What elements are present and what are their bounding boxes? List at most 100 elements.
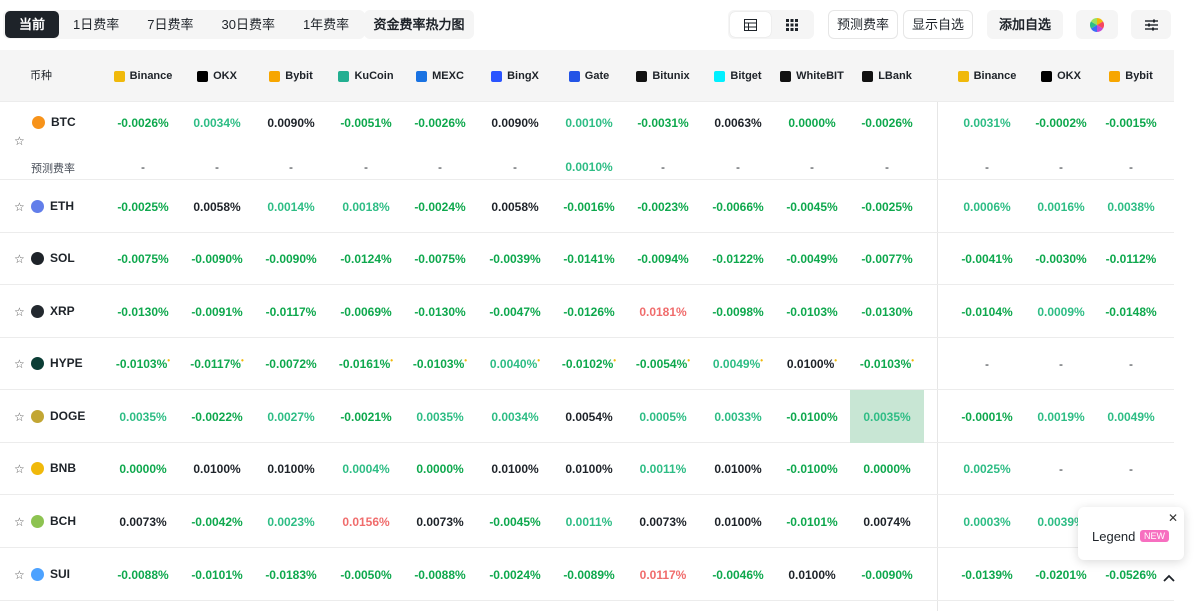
- symbol-cell[interactable]: ETH: [31, 199, 74, 213]
- rate-cell[interactable]: -0.0103%•: [851, 356, 923, 371]
- table-row[interactable]: ☆ BTC -0.0026% 0.0034% 0.0090% -0.0051% -0.002…: [0, 102, 1174, 180]
- rate-cell[interactable]: -0.0016%: [553, 200, 625, 214]
- rate-cell[interactable]: 0.0058%: [181, 200, 253, 214]
- rate-cell[interactable]: -0.0045%: [479, 515, 551, 529]
- favorite-star-icon[interactable]: ☆: [14, 252, 25, 266]
- rate-cell[interactable]: 0.0000%: [404, 462, 476, 476]
- rate-cell[interactable]: 0.0100%: [776, 568, 848, 582]
- symbol-cell[interactable]: XRP: [31, 304, 75, 318]
- rate-cell[interactable]: -0.0002%: [1025, 116, 1097, 130]
- rate-cell[interactable]: -0.0001%: [951, 410, 1023, 424]
- rate-cell[interactable]: -0.0112%: [1095, 252, 1167, 266]
- table-row[interactable]: ☆ XRP -0.0130% -0.0091% -0.0117% -0.0069% -0.0…: [0, 285, 1174, 338]
- favorite-star-icon[interactable]: ☆: [14, 410, 25, 424]
- rate-cell[interactable]: -0.0090%: [851, 568, 923, 582]
- rate-cell[interactable]: -0.0089%: [553, 568, 625, 582]
- rate-cell[interactable]: 0.0004%: [330, 462, 402, 476]
- exchange-header-binance[interactable]: Binance: [107, 50, 179, 102]
- legend-popup[interactable]: ✕ Legend NEW: [1078, 507, 1184, 560]
- scroll-to-top-button[interactable]: [1158, 567, 1180, 589]
- rate-cell[interactable]: -0.0050%: [330, 568, 402, 582]
- show-watchlist-button[interactable]: 显示自选: [903, 10, 973, 39]
- rate-cell[interactable]: 0.0038%: [1095, 200, 1167, 214]
- rate-cell[interactable]: 0.0019%: [1025, 410, 1097, 424]
- rate-cell[interactable]: -: [1025, 357, 1097, 371]
- rate-cell[interactable]: -0.0124%: [330, 252, 402, 266]
- rate-cell[interactable]: 0.0073%: [404, 515, 476, 529]
- table-row[interactable]: ☆ SOL -0.0075% -0.0090% -0.0090% -0.0124% -0.0…: [0, 233, 1174, 285]
- exchange-header-whitebit[interactable]: WhiteBIT: [776, 50, 848, 102]
- rate-cell[interactable]: 0.0090%: [479, 116, 551, 130]
- exchange-header-gate[interactable]: Gate: [553, 50, 625, 102]
- rate-cell[interactable]: 0.0023%: [255, 515, 327, 529]
- rate-cell[interactable]: 0.0100%: [255, 462, 327, 476]
- table-row[interactable]: ☆ BNB 0.0000% 0.0100% 0.0100% 0.0004% 0.0000% 0…: [0, 443, 1174, 495]
- rate-cell[interactable]: -0.0075%: [404, 252, 476, 266]
- exchange-header-binance[interactable]: Binance: [951, 50, 1023, 102]
- rate-cell[interactable]: -0.0100%: [776, 410, 848, 424]
- rate-cell[interactable]: 0.0014%: [255, 200, 327, 214]
- rate-cell[interactable]: -0.0026%: [404, 116, 476, 130]
- rate-cell[interactable]: -0.0183%: [255, 568, 327, 582]
- rate-cell[interactable]: -0.0039%: [479, 252, 551, 266]
- rate-cell[interactable]: 0.0073%: [627, 515, 699, 529]
- rate-cell[interactable]: -0.0141%: [553, 252, 625, 266]
- exchange-header-bybit[interactable]: Bybit: [255, 50, 327, 102]
- exchange-header-okx[interactable]: OKX: [181, 50, 253, 102]
- rate-cell[interactable]: 0.0100%: [479, 462, 551, 476]
- tab-current[interactable]: 当前: [5, 11, 60, 38]
- symbol-cell[interactable]: BTC: [32, 115, 76, 129]
- rate-cell[interactable]: 0.0063%: [702, 116, 774, 130]
- rate-cell[interactable]: -0.0130%: [404, 305, 476, 319]
- rate-cell[interactable]: 0.0006%: [951, 200, 1023, 214]
- rate-cell[interactable]: 0.0018%: [330, 200, 402, 214]
- rate-cell[interactable]: -0.0139%: [951, 568, 1023, 582]
- rate-cell[interactable]: -0.0072%: [255, 357, 327, 371]
- tab-30d[interactable]: 30日费率: [207, 11, 288, 38]
- add-watchlist-button[interactable]: 添加自选: [987, 10, 1063, 39]
- rate-cell[interactable]: 0.0000%: [107, 462, 179, 476]
- rate-cell[interactable]: -0.0051%: [330, 116, 402, 130]
- rate-cell[interactable]: 0.0035%: [851, 410, 923, 424]
- tab-1d[interactable]: 1日费率: [59, 11, 133, 38]
- rate-cell[interactable]: 0.0010%: [553, 116, 625, 130]
- legend-label[interactable]: Legend: [1092, 529, 1135, 544]
- rate-cell[interactable]: 0.0074%: [851, 515, 923, 529]
- rate-cell[interactable]: 0.0005%: [627, 410, 699, 424]
- rate-cell[interactable]: 0.0011%: [553, 515, 625, 529]
- rate-cell[interactable]: -0.0025%: [851, 200, 923, 214]
- theme-button[interactable]: [1076, 10, 1118, 39]
- favorite-star-icon[interactable]: ☆: [14, 568, 25, 582]
- rate-cell[interactable]: -0.0126%: [553, 305, 625, 319]
- rate-cell[interactable]: -0.0122%: [702, 252, 774, 266]
- rate-cell[interactable]: -0.0075%: [107, 252, 179, 266]
- rate-cell[interactable]: -0.0066%: [702, 200, 774, 214]
- rate-cell[interactable]: 0.0000%: [851, 462, 923, 476]
- rate-cell[interactable]: -0.0015%: [1095, 116, 1167, 130]
- settings-button[interactable]: [1131, 10, 1171, 39]
- favorite-star-icon[interactable]: ☆: [14, 305, 25, 319]
- rate-cell[interactable]: 0.0025%: [951, 462, 1023, 476]
- rate-cell[interactable]: -0.0130%: [107, 305, 179, 319]
- rate-cell[interactable]: -0.0100%: [776, 462, 848, 476]
- rate-cell[interactable]: -0.0054%•: [627, 356, 699, 371]
- exchange-header-bitunix[interactable]: Bitunix: [627, 50, 699, 102]
- rate-cell[interactable]: 0.0035%: [404, 410, 476, 424]
- rate-cell[interactable]: 0.0049%•: [702, 356, 774, 371]
- rate-cell[interactable]: -0.0088%: [107, 568, 179, 582]
- rate-cell[interactable]: -0.0117%: [255, 305, 327, 319]
- symbol-cell[interactable]: DOGE: [31, 409, 85, 423]
- rate-cell[interactable]: -0.0069%: [330, 305, 402, 319]
- rate-cell[interactable]: -0.0046%: [702, 568, 774, 582]
- rate-cell[interactable]: 0.0100%: [553, 462, 625, 476]
- rate-cell[interactable]: -0.0101%: [181, 568, 253, 582]
- exchange-header-okx[interactable]: OKX: [1025, 50, 1097, 102]
- rate-cell[interactable]: -: [1095, 357, 1167, 371]
- rate-cell[interactable]: -0.0047%: [479, 305, 551, 319]
- rate-cell[interactable]: -0.0103%•: [404, 356, 476, 371]
- rate-cell[interactable]: -0.0091%: [181, 305, 253, 319]
- exchange-header-bingx[interactable]: BingX: [479, 50, 551, 102]
- rate-cell[interactable]: 0.0003%: [951, 515, 1023, 529]
- table-row[interactable]: ☆ BCH 0.0073% -0.0042% 0.0023% 0.0156% 0.0073%…: [0, 495, 1174, 548]
- favorite-star-icon[interactable]: ☆: [14, 200, 25, 214]
